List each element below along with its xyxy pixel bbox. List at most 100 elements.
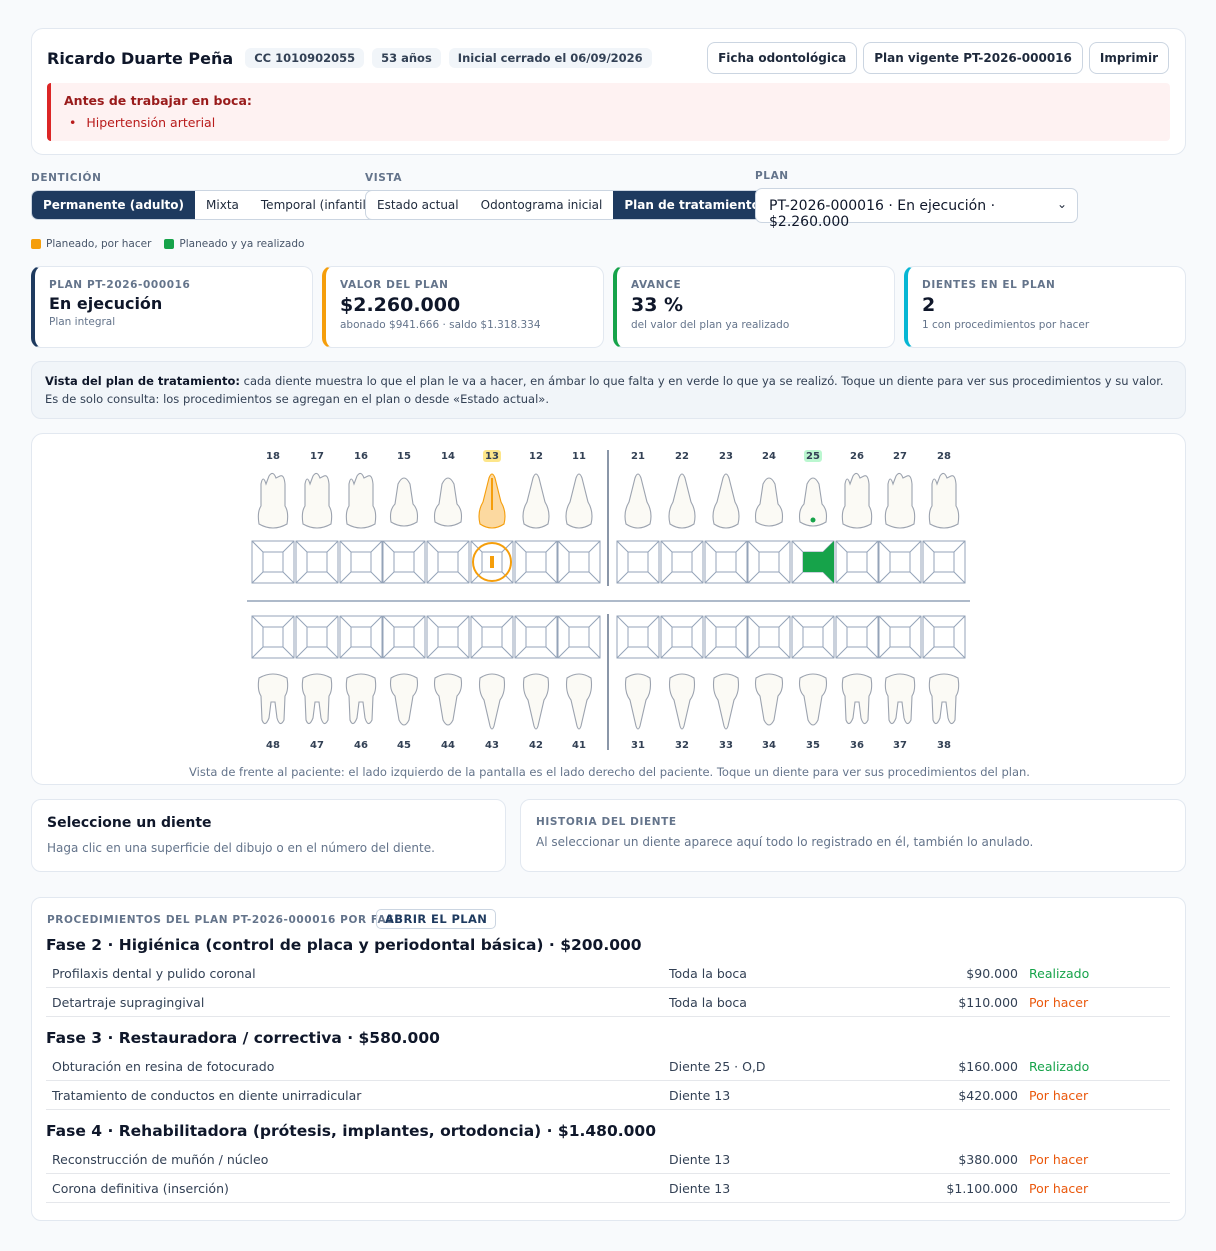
tooth-upper-28[interactable] <box>928 472 960 529</box>
surfaces-41[interactable] <box>557 615 601 659</box>
tooth-lower-42[interactable] <box>522 673 550 730</box>
tooth-number[interactable]: 32 <box>675 740 689 751</box>
surfaces-44[interactable] <box>426 615 470 659</box>
tooth-upper-16[interactable] <box>345 472 377 529</box>
surfaces-43[interactable] <box>470 615 514 659</box>
tooth-upper-26[interactable] <box>841 472 873 529</box>
tooth-number[interactable]: 13 <box>485 451 499 462</box>
procedure-row[interactable]: Obturación en resina de fotocurado Diente… <box>46 1052 1170 1081</box>
procedure-row[interactable]: Reconstrucción de muñón / núcleo Diente 1… <box>46 1145 1170 1174</box>
tooth-upper-22[interactable] <box>668 473 696 529</box>
current-plan-button[interactable]: Plan vigente PT-2026-000016 <box>863 42 1083 74</box>
option-mixta[interactable]: Mixta <box>195 191 250 219</box>
surfaces-11[interactable] <box>557 540 601 584</box>
procedure-row[interactable]: Corona definitiva (inserción) Diente 13 $1… <box>46 1174 1170 1203</box>
tooth-lower-41[interactable] <box>565 673 593 730</box>
surfaces-38[interactable] <box>922 615 966 659</box>
tooth-number[interactable]: 47 <box>310 740 324 751</box>
tooth-number[interactable]: 23 <box>719 451 733 462</box>
tooth-number[interactable]: 46 <box>354 740 368 751</box>
procedure-row[interactable]: Tratamiento de conductos en diente unirr… <box>46 1081 1170 1110</box>
tooth-lower-35[interactable] <box>798 673 828 726</box>
surfaces-35[interactable] <box>791 615 835 659</box>
surfaces-36[interactable] <box>835 615 879 659</box>
option-plan-tratamiento[interactable]: Plan de tratamiento <box>613 191 771 219</box>
tooth-number[interactable]: 34 <box>762 740 776 751</box>
surfaces-48[interactable] <box>251 615 295 659</box>
surfaces-37[interactable] <box>878 615 922 659</box>
tooth-number[interactable]: 21 <box>631 451 645 462</box>
tooth-upper-15[interactable] <box>389 477 419 527</box>
surfaces-13[interactable] <box>470 540 514 584</box>
surfaces-26[interactable] <box>835 540 879 584</box>
surfaces-22[interactable] <box>660 540 704 584</box>
option-estado-actual[interactable]: Estado actual <box>366 191 470 219</box>
surfaces-42[interactable] <box>514 615 558 659</box>
tooth-number[interactable]: 36 <box>850 740 864 751</box>
surfaces-34[interactable] <box>747 615 791 659</box>
tooth-number[interactable]: 41 <box>572 740 586 751</box>
tooth-upper-21[interactable] <box>624 473 652 529</box>
tooth-lower-38[interactable] <box>928 673 960 725</box>
surfaces-45[interactable] <box>382 615 426 659</box>
tooth-number[interactable]: 14 <box>441 451 455 462</box>
tooth-number[interactable]: 31 <box>631 740 645 751</box>
option-odontograma-inicial[interactable]: Odontograma inicial <box>470 191 614 219</box>
option-permanente[interactable]: Permanente (adulto) <box>32 191 196 219</box>
open-plan-button[interactable]: ABRIR EL PLAN <box>376 909 497 929</box>
tooth-number[interactable]: 22 <box>675 451 689 462</box>
tooth-number[interactable]: 43 <box>485 740 499 751</box>
tooth-upper-12[interactable] <box>522 473 550 529</box>
plan-select[interactable]: PT-2026-000016 · En ejecución · $2.260.0… <box>755 188 1078 230</box>
chart-button[interactable]: Ficha odontológica <box>707 42 858 74</box>
surfaces-18[interactable] <box>251 540 295 584</box>
surfaces-23[interactable] <box>704 540 748 584</box>
tooth-upper-14[interactable] <box>433 477 463 527</box>
tooth-lower-48[interactable] <box>257 673 289 725</box>
surfaces-21[interactable] <box>616 540 660 584</box>
tooth-lower-34[interactable] <box>754 673 784 726</box>
tooth-number[interactable]: 18 <box>266 451 280 462</box>
print-button[interactable]: Imprimir <box>1088 42 1169 74</box>
tooth-lower-31[interactable] <box>624 673 652 730</box>
tooth-upper-17[interactable] <box>301 472 333 529</box>
surfaces-25[interactable] <box>791 540 835 584</box>
tooth-lower-33[interactable] <box>712 673 740 730</box>
surfaces-47[interactable] <box>295 615 339 659</box>
surfaces-31[interactable] <box>616 615 660 659</box>
tooth-number[interactable]: 33 <box>719 740 733 751</box>
tooth-lower-45[interactable] <box>389 673 419 726</box>
procedure-row[interactable]: Profilaxis dental y pulido coronal Toda l… <box>46 959 1170 988</box>
tooth-number[interactable]: 45 <box>397 740 411 751</box>
tooth-number[interactable]: 16 <box>354 451 368 462</box>
surfaces-16[interactable] <box>339 540 383 584</box>
tooth-number[interactable]: 28 <box>937 451 951 462</box>
tooth-lower-46[interactable] <box>345 673 377 725</box>
tooth-lower-47[interactable] <box>301 673 333 725</box>
tooth-number[interactable]: 44 <box>441 740 455 751</box>
tooth-number[interactable]: 12 <box>529 451 543 462</box>
tooth-number[interactable]: 11 <box>572 451 586 462</box>
tooth-number[interactable]: 27 <box>893 451 907 462</box>
tooth-number[interactable]: 26 <box>850 451 864 462</box>
tooth-number[interactable]: 35 <box>806 740 820 751</box>
tooth-lower-36[interactable] <box>841 673 873 725</box>
tooth-lower-37[interactable] <box>884 673 916 725</box>
tooth-number[interactable]: 48 <box>266 740 280 751</box>
surfaces-15[interactable] <box>382 540 426 584</box>
tooth-number[interactable]: 37 <box>893 740 907 751</box>
surfaces-27[interactable] <box>878 540 922 584</box>
surfaces-14[interactable] <box>426 540 470 584</box>
tooth-number[interactable]: 42 <box>529 740 543 751</box>
tooth-upper-11[interactable] <box>565 473 593 529</box>
tooth-number[interactable]: 24 <box>762 451 776 462</box>
tooth-upper-24[interactable] <box>754 477 784 527</box>
tooth-number[interactable]: 25 <box>806 451 820 462</box>
option-temporal[interactable]: Temporal (infantil) <box>250 191 382 219</box>
surfaces-12[interactable] <box>514 540 558 584</box>
surfaces-24[interactable] <box>747 540 791 584</box>
tooth-number[interactable]: 17 <box>310 451 324 462</box>
tooth-lower-44[interactable] <box>433 673 463 726</box>
surfaces-46[interactable] <box>339 615 383 659</box>
tooth-number[interactable]: 15 <box>397 451 411 462</box>
